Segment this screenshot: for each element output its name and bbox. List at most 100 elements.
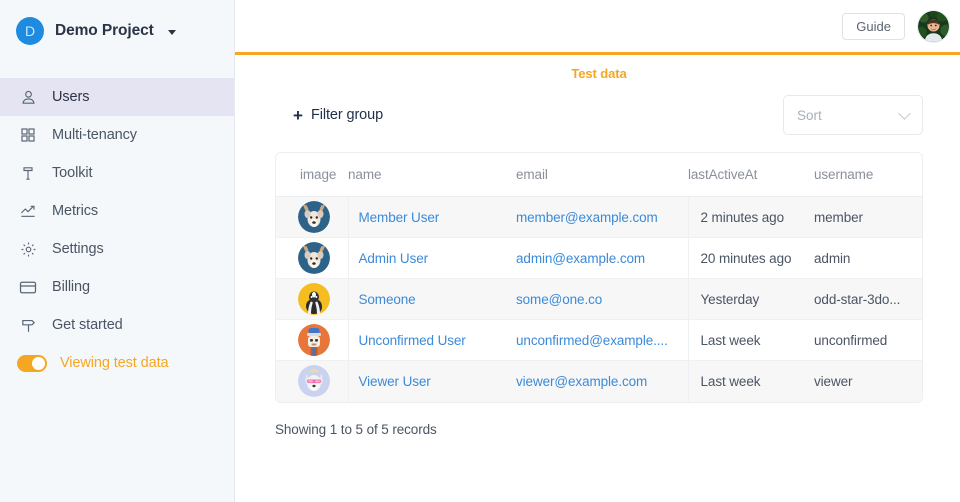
cell-image [276,320,348,361]
sidebar-item-label: Users [52,89,89,105]
cell-last-active-at: Last week [688,361,814,402]
cell-username: odd-star-3do... [814,279,922,320]
project-switcher[interactable]: D Demo Project [0,0,234,62]
sidebar-item-label: Toolkit [52,165,92,181]
table-body: Member User member@example.com 2 minutes… [276,197,922,402]
cell-name: Member User [348,197,516,238]
hammer-icon [19,164,37,182]
sidebar-item-billing[interactable]: Billing [0,268,234,306]
cell-last-active-at: 2 minutes ago [688,197,814,238]
cell-name: Someone [348,279,516,320]
table-row[interactable]: Someone some@one.co Yesterday odd-star-3… [276,279,922,320]
user-email-link[interactable]: unconfirmed@example.... [516,333,668,348]
cell-image [276,197,348,238]
table-head: image name email lastActiveAt username [276,153,922,197]
cell-last-active-at: Yesterday [688,279,814,320]
cell-email: admin@example.com [516,238,688,279]
sidebar-item-settings[interactable]: Settings [0,230,234,268]
sort-select[interactable]: Sort [783,95,923,135]
cell-last-active-at: 20 minutes ago [688,238,814,279]
cell-image [276,361,348,402]
deer-avatar [298,242,330,274]
project-avatar: D [16,17,44,45]
cell-email: viewer@example.com [516,361,688,402]
filter-group-label: Filter group [311,107,383,123]
user-name-link[interactable]: Unconfirmed User [359,333,466,348]
avatar[interactable] [917,10,950,43]
cell-name: Unconfirmed User [348,320,516,361]
project-name: Demo Project [55,22,154,40]
signpost-icon [19,316,37,334]
cell-username: admin [814,238,922,279]
filter-group-button[interactable]: + Filter group [293,107,383,124]
sidebar-item-label: Get started [52,317,123,333]
sidebar-item-label: Billing [52,279,90,295]
sidebar-item-label: Settings [52,241,104,257]
table-header-row: image name email lastActiveAt username [276,153,922,197]
sort-placeholder: Sort [797,108,822,123]
sidebar-item-multi-tenancy[interactable]: Multi-tenancy [0,116,234,154]
trending-up-icon [19,202,37,220]
table-toolbar: + Filter group Sort [235,81,960,135]
table-row[interactable]: Member User member@example.com 2 minutes… [276,197,922,238]
user-name-link[interactable]: Someone [359,292,416,307]
sidebar-item-users[interactable]: Users [0,78,234,116]
grid-icon [19,126,37,144]
user-email-link[interactable]: member@example.com [516,210,658,225]
sidebar-item-get-started[interactable]: Get started [0,306,234,344]
column-header-name[interactable]: name [348,153,516,197]
column-header-email[interactable]: email [516,153,688,197]
cell-name: Admin User [348,238,516,279]
cell-image [276,279,348,320]
sidebar-item-toolkit[interactable]: Toolkit [0,154,234,192]
toggle-knob [32,357,45,370]
cell-email: member@example.com [516,197,688,238]
column-header-last-active-at[interactable]: lastActiveAt [688,153,814,197]
toggle-label: Viewing test data [60,355,168,371]
robot-avatar [298,324,330,356]
user-icon [19,88,37,106]
credit-card-icon [19,278,37,296]
guide-button[interactable]: Guide [842,13,905,40]
cell-email: unconfirmed@example.... [516,320,688,361]
table-row[interactable]: Viewer User viewer@example.com Last week… [276,361,922,402]
chevron-down-icon [898,107,911,120]
sidebar-item-label: Metrics [52,203,98,219]
test-data-banner: Test data [235,55,960,81]
column-header-image[interactable]: image [276,153,348,197]
cell-username: unconfirmed [814,320,922,361]
users-table-container: image name email lastActiveAt username [275,152,923,403]
main-content: Guide Te [235,0,960,502]
top-bar: Guide [235,0,960,55]
user-name-link[interactable]: Admin User [359,251,429,266]
deer-avatar [298,201,330,233]
users-table: image name email lastActiveAt username [276,153,922,402]
sidebar: D Demo Project Users [0,0,235,502]
records-summary: Showing 1 to 5 of 5 records [275,422,960,437]
user-email-link[interactable]: viewer@example.com [516,374,647,389]
column-header-username[interactable]: username [814,153,922,197]
cell-username: viewer [814,361,922,402]
skunk-avatar [298,283,330,315]
cell-name: Viewer User [348,361,516,402]
user-name-link[interactable]: Viewer User [359,374,431,389]
sidebar-nav: Users Multi-tenancy Toolkit [0,78,234,382]
plus-icon: + [293,107,303,124]
sidebar-item-metrics[interactable]: Metrics [0,192,234,230]
gear-icon [19,240,37,258]
user-name-link[interactable]: Member User [359,210,440,225]
dog-avatar [298,365,330,397]
user-email-link[interactable]: admin@example.com [516,251,645,266]
table-row[interactable]: Admin User admin@example.com 20 minutes … [276,238,922,279]
app-root: D Demo Project Users [0,0,960,502]
user-email-link[interactable]: some@one.co [516,292,602,307]
viewing-test-data-toggle[interactable]: Viewing test data [0,344,234,382]
sidebar-item-label: Multi-tenancy [52,127,137,143]
cell-image [276,238,348,279]
chevron-down-icon [168,30,176,35]
table-row[interactable]: Unconfirmed User unconfirmed@example....… [276,320,922,361]
cell-username: member [814,197,922,238]
cell-last-active-at: Last week [688,320,814,361]
toggle-switch[interactable] [17,355,47,372]
cell-email: some@one.co [516,279,688,320]
